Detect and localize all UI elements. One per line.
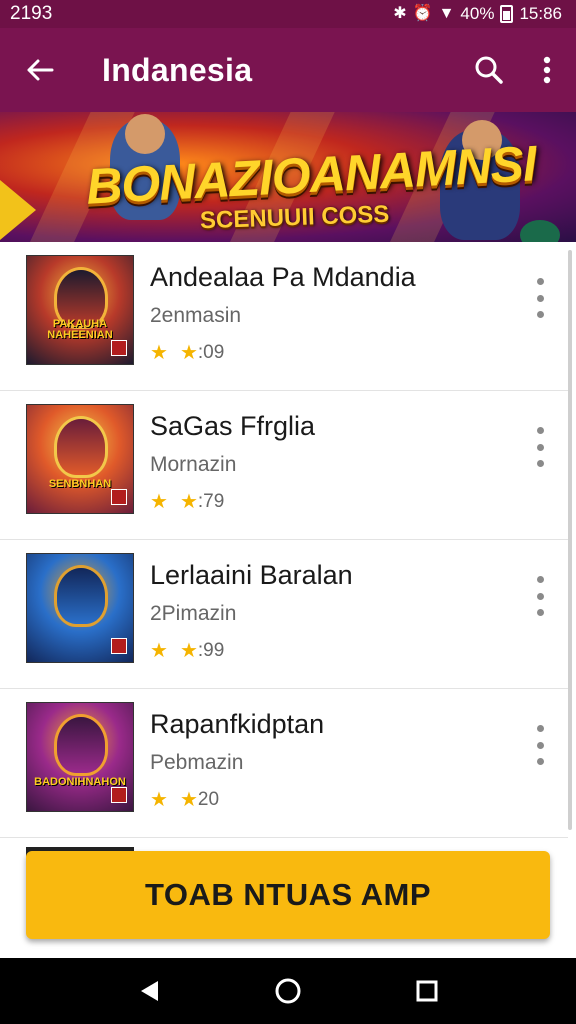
star-icon: ★: [179, 491, 198, 513]
nav-recents-button[interactable]: [397, 961, 457, 1021]
star-icon: ★: [179, 342, 198, 364]
item-more-button[interactable]: [534, 576, 546, 616]
app-info: SaGas Ffrglia Mornazin ★ ★ :79: [134, 404, 568, 514]
app-thumbnail[interactable]: PAKAUHA NAHEENIAN: [26, 255, 134, 365]
screen: 2193 ✱ ⏰ ▼ 40% 15:86 Indanesia BONAZIOAN…: [0, 0, 576, 1024]
banner-hero-left-head: [125, 114, 165, 154]
app-rating: ★ ★ :09: [150, 340, 568, 365]
wifi-icon: ▼: [438, 5, 455, 22]
rating-value: :79: [197, 490, 225, 512]
app-thumbnail[interactable]: BADONIHNAHON: [26, 702, 134, 812]
age-rating-badge: [111, 340, 127, 356]
more-dot: [536, 294, 544, 302]
more-dot: [536, 592, 544, 600]
star-icon: ★: [150, 789, 168, 811]
status-time-left: 2193: [10, 3, 53, 24]
status-icons: ✱ ⏰ ▼ 40% 15:86: [393, 4, 562, 24]
developer-name: Mornazin: [150, 453, 237, 476]
nav-back-button[interactable]: [119, 961, 179, 1021]
list-scrollbar[interactable]: [568, 250, 572, 830]
nav-recents-icon: [416, 980, 438, 1002]
nav-home-icon: [275, 978, 301, 1004]
app-thumbnail[interactable]: [26, 553, 134, 663]
age-rating-badge: [111, 489, 127, 505]
app-info: Andealaa Pa Mdandia 2enmasin ★ ★ :09: [134, 255, 568, 365]
app-name: Andealaa Pa Mdandia: [150, 262, 416, 292]
age-rating-badge: [111, 638, 127, 654]
status-bar: 2193 ✱ ⏰ ▼ 40% 15:86: [0, 0, 576, 28]
age-rating-badge: [111, 787, 127, 803]
star-icon: ★: [150, 342, 168, 364]
promo-banner[interactable]: BONAZIOANAMNSI SCENUUII COSS: [0, 112, 576, 242]
app-name: Rapanfkidptan: [150, 709, 325, 739]
thumbnail-character: [57, 568, 105, 624]
star-icon: ★: [150, 491, 168, 513]
item-more-button[interactable]: [534, 278, 546, 318]
app-list: PAKAUHA NAHEENIAN Andealaa Pa Mdandia 2e…: [0, 242, 568, 842]
rating-value: :09: [197, 341, 225, 363]
more-dot: [536, 609, 544, 616]
app-thumbnail[interactable]: SENBNHAN: [26, 404, 134, 514]
app-rating: ★ ★ :79: [150, 489, 568, 514]
more-dot: [536, 725, 544, 732]
item-more-button[interactable]: [534, 427, 546, 467]
app-name: SaGas Ffrglia: [150, 411, 316, 441]
app-name: Lerlaaini Baralan: [150, 560, 353, 590]
app-bar: Indanesia: [0, 28, 576, 112]
app-list-item[interactable]: BADONIHNAHON Rapanfkidptan Pebmazin ★ ★ …: [0, 689, 568, 838]
developer-name: Pebmazin: [150, 751, 244, 774]
app-info: Lerlaaini Baralan 2Pimazin ★ ★ :99: [134, 553, 568, 663]
more-dot: [536, 576, 544, 583]
search-button[interactable]: [460, 28, 518, 112]
back-arrow-icon: [27, 59, 54, 81]
thumbnail-character: [57, 717, 105, 773]
page-title: Indanesia: [102, 51, 253, 88]
app-list-item[interactable]: PAKAUHA NAHEENIAN Andealaa Pa Mdandia 2e…: [0, 242, 568, 391]
nav-home-button[interactable]: [258, 961, 318, 1021]
more-dot: [536, 427, 544, 434]
system-nav-bar: [0, 958, 576, 1024]
primary-cta-button[interactable]: TOAB NTUAS AMP: [26, 851, 550, 939]
app-rating: ★ ★ 20: [150, 787, 568, 812]
more-dot: [536, 443, 544, 451]
banner-decoration: [0, 180, 36, 240]
app-list-item[interactable]: Lerlaaini Baralan 2Pimazin ★ ★ :99: [0, 540, 568, 689]
overflow-menu-button[interactable]: [518, 28, 576, 112]
app-info: Rapanfkidptan Pebmazin ★ ★ 20: [134, 702, 568, 812]
back-button[interactable]: [0, 28, 80, 112]
app-rating: ★ ★ :99: [150, 638, 568, 663]
more-dot: [536, 741, 544, 749]
banner-subtitle: SCENUUII COSS: [199, 200, 390, 235]
more-dot: [536, 460, 544, 467]
app-list-item[interactable]: SENBNHAN SaGas Ffrglia Mornazin ★ ★ :79: [0, 391, 568, 540]
more-vert-icon: [543, 56, 551, 84]
alarm-icon: ⏰: [412, 5, 433, 22]
more-dot: [536, 758, 544, 765]
star-icon: ★: [179, 789, 198, 811]
developer-name: 2Pimazin: [150, 602, 237, 625]
developer-name: 2enmasin: [150, 304, 242, 327]
bluetooth-icon: ✱: [393, 5, 407, 22]
nav-back-icon: [141, 981, 159, 1001]
search-icon: [475, 56, 503, 84]
battery-icon: [500, 5, 514, 23]
more-dot: [536, 311, 544, 318]
rating-value: :99: [197, 639, 225, 661]
thumbnail-label: PAKAUHA NAHEENIAN: [47, 317, 113, 342]
thumbnail-character: [57, 419, 105, 475]
status-clock: 15:86: [519, 4, 562, 23]
star-icon: ★: [179, 640, 198, 662]
banner-prop: [520, 220, 560, 242]
star-icon: ★: [150, 640, 168, 662]
more-dot: [536, 278, 544, 285]
item-more-button[interactable]: [534, 725, 546, 765]
rating-value: 20: [197, 788, 220, 810]
battery-percent: 40%: [460, 4, 495, 23]
